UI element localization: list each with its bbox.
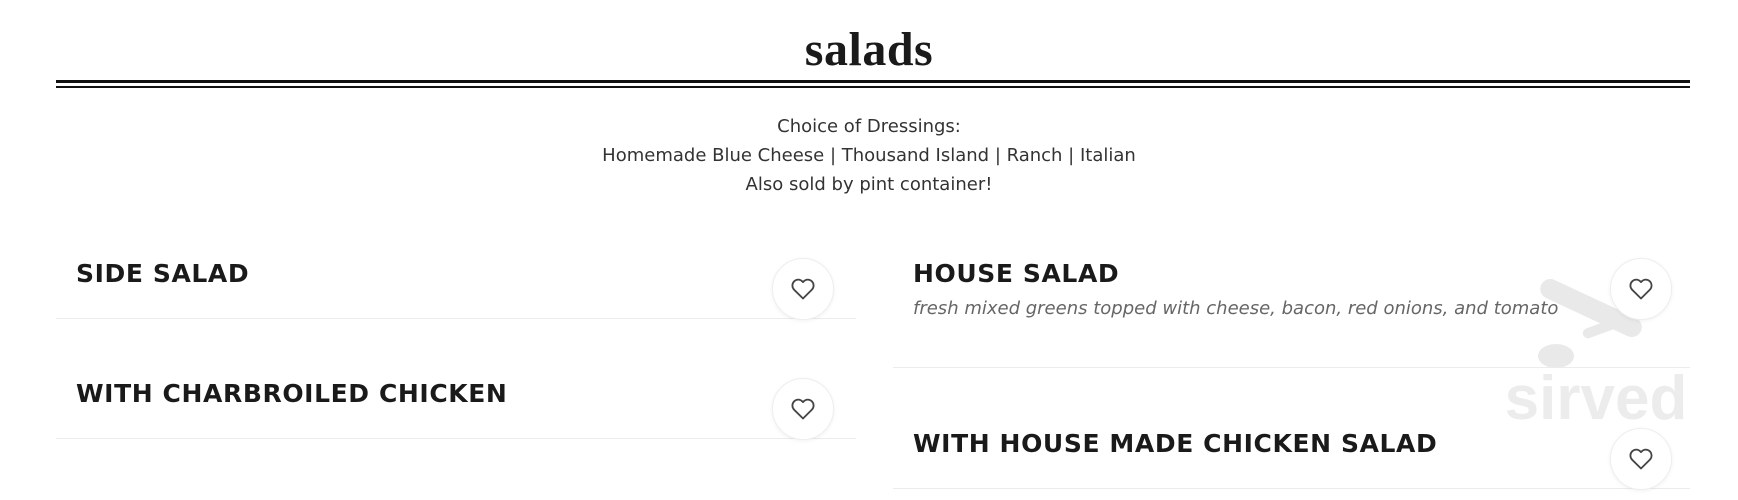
- item-description: fresh mixed greens topped with cheese, b…: [913, 298, 1559, 319]
- heart-icon: [791, 398, 815, 420]
- heart-icon: [791, 278, 815, 300]
- section-title: salads: [804, 23, 934, 76]
- dressings-heading: Choice of Dressings:: [777, 116, 961, 137]
- item-name: WITH HOUSE MADE CHICKEN SALAD: [913, 429, 1438, 458]
- menu-item[interactable]: WITH CHARBROILED CHICKEN: [56, 348, 856, 440]
- menu-item[interactable]: WITH HOUSE MADE CHICKEN SALAD: [893, 398, 1690, 490]
- favorite-button[interactable]: [1610, 258, 1672, 320]
- favorite-button[interactable]: [772, 258, 834, 320]
- section-divider-thin: [56, 86, 1690, 88]
- menu-page: salads Choice of Dressings: Homemade Blu…: [0, 0, 1738, 500]
- dressings-options: Homemade Blue Cheese | Thousand Island |…: [602, 145, 1136, 166]
- menu-item[interactable]: SIDE SALAD: [56, 228, 856, 320]
- favorite-button[interactable]: [772, 378, 834, 440]
- dressings-pint-note: Also sold by pint container!: [745, 174, 993, 195]
- item-name: WITH CHARBROILED CHICKEN: [76, 379, 508, 408]
- heart-icon: [1629, 448, 1653, 470]
- dressings-note: Choice of Dressings: Homemade Blue Chees…: [0, 112, 1738, 199]
- section-divider-thick: [56, 80, 1690, 83]
- heart-icon: [1629, 278, 1653, 300]
- favorite-button[interactable]: [1610, 428, 1672, 490]
- item-name: HOUSE SALAD: [913, 259, 1120, 288]
- item-name: SIDE SALAD: [76, 259, 250, 288]
- menu-item[interactable]: HOUSE SALAD fresh mixed greens topped wi…: [893, 228, 1690, 368]
